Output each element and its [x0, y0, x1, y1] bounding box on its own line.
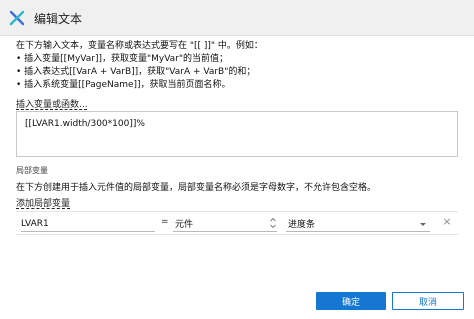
- variable-type-value: 元件: [175, 220, 194, 230]
- variable-type-select[interactable]: 元件: [173, 216, 277, 232]
- instructions: 在下方输入文本，变量名称或表达式要写在 "[[ ]]" 中。例如： • 插入变量…: [16, 40, 263, 92]
- dropdown-arrow-icon: [420, 223, 426, 226]
- delete-variable-button[interactable]: ×: [441, 215, 453, 231]
- insert-variable-link[interactable]: 插入变量或函数...: [16, 97, 88, 110]
- axure-x-icon: [9, 10, 25, 26]
- variable-name-input[interactable]: [21, 216, 155, 232]
- local-variables-heading: 局部变量: [16, 166, 48, 175]
- target-widget-select[interactable]: 进度条: [286, 216, 430, 232]
- expression-input[interactable]: [[LVAR1.width/300*100]]%: [17, 112, 457, 156]
- title-bar: 编辑文本: [0, 0, 474, 36]
- local-variable-row: = 元件 进度条 ×: [16, 211, 458, 235]
- target-widget-value: 进度条: [288, 220, 316, 230]
- local-variables-description: 在下方创建用于插入元件值的局部变量，局部变量名称必须是字母数字，不允许包含空格。: [16, 183, 377, 193]
- expression-editor[interactable]: [[LVAR1.width/300*100]]%: [16, 111, 458, 157]
- up-down-arrows-icon: [270, 217, 276, 229]
- dialog-title: 编辑文本: [34, 12, 83, 26]
- instruction-line: • 插入变量[[MyVar]]，获取变量"MyVar"的当前值；: [16, 54, 229, 64]
- equals-sign: =: [161, 217, 169, 227]
- instruction-line: • 插入系统变量[[PageName]]，获取当前页面名称。: [16, 80, 231, 90]
- instruction-line: • 插入表达式[[VarA + VarB]]，获取"VarA + VarB"的和…: [16, 67, 256, 77]
- add-local-variable-link[interactable]: 添加局部变量: [16, 196, 70, 209]
- instruction-line: 在下方输入文本，变量名称或表达式要写在 "[[ ]]" 中。例如：: [16, 41, 263, 51]
- ok-button[interactable]: 确定: [316, 292, 386, 310]
- cancel-button[interactable]: 取消: [392, 292, 464, 310]
